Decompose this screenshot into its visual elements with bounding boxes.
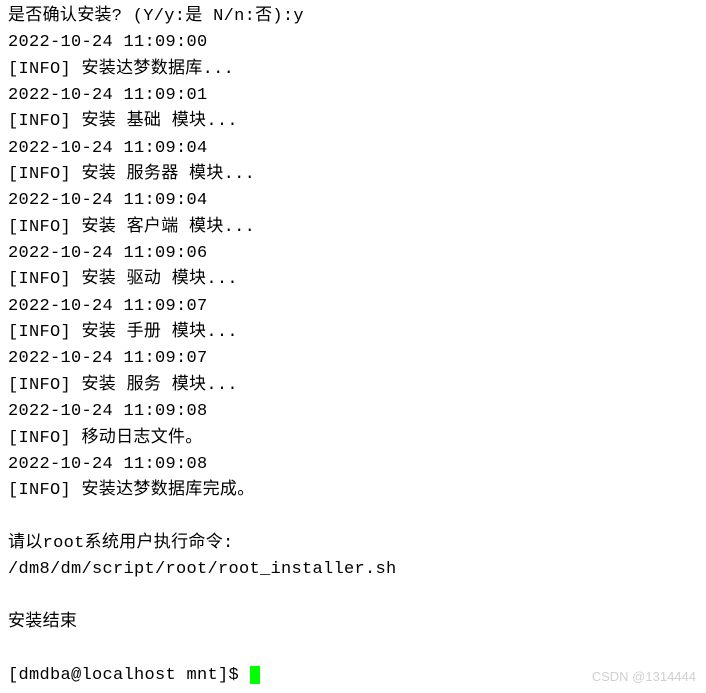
terminal-line: [INFO] 安装 基础 模块... [8,109,698,135]
terminal-line: 2022-10-24 11:09:06 [8,241,698,267]
terminal-line: [INFO] 安装 服务器 模块... [8,162,698,188]
terminal-line: /dm8/dm/script/root/root_installer.sh [8,557,698,583]
terminal-line: [INFO] 安装达梦数据库完成。 [8,478,698,504]
cursor-icon [250,666,260,684]
terminal-line: 安装结束 [8,610,698,636]
terminal-line: [INFO] 安装 服务 模块... [8,373,698,399]
terminal-line: 请以root系统用户执行命令: [8,531,698,557]
terminal-line: 2022-10-24 11:09:00 [8,30,698,56]
shell-prompt: [dmdba@localhost mnt]$ [8,666,250,685]
terminal-blank-line [8,636,698,662]
terminal-line: [INFO] 安装达梦数据库... [8,57,698,83]
terminal-line: [INFO] 安装 手册 模块... [8,320,698,346]
terminal-line: 2022-10-24 11:09:04 [8,136,698,162]
terminal-line: [INFO] 安装 客户端 模块... [8,215,698,241]
terminal-output: 是否确认安装? (Y/y:是 N/n:否):y 2022-10-24 11:09… [8,4,698,689]
terminal-line: 2022-10-24 11:09:04 [8,188,698,214]
terminal-blank-line [8,505,698,531]
terminal-line: 2022-10-24 11:09:08 [8,452,698,478]
watermark: CSDN @1314444 [592,667,696,687]
terminal-blank-line [8,584,698,610]
terminal-line: 2022-10-24 11:09:07 [8,294,698,320]
terminal-line: 是否确认安装? (Y/y:是 N/n:否):y [8,4,698,30]
terminal-line: [INFO] 安装 驱动 模块... [8,267,698,293]
terminal-line: 2022-10-24 11:09:01 [8,83,698,109]
terminal-line: [INFO] 移动日志文件。 [8,426,698,452]
terminal-line: 2022-10-24 11:09:07 [8,346,698,372]
terminal-line: 2022-10-24 11:09:08 [8,399,698,425]
